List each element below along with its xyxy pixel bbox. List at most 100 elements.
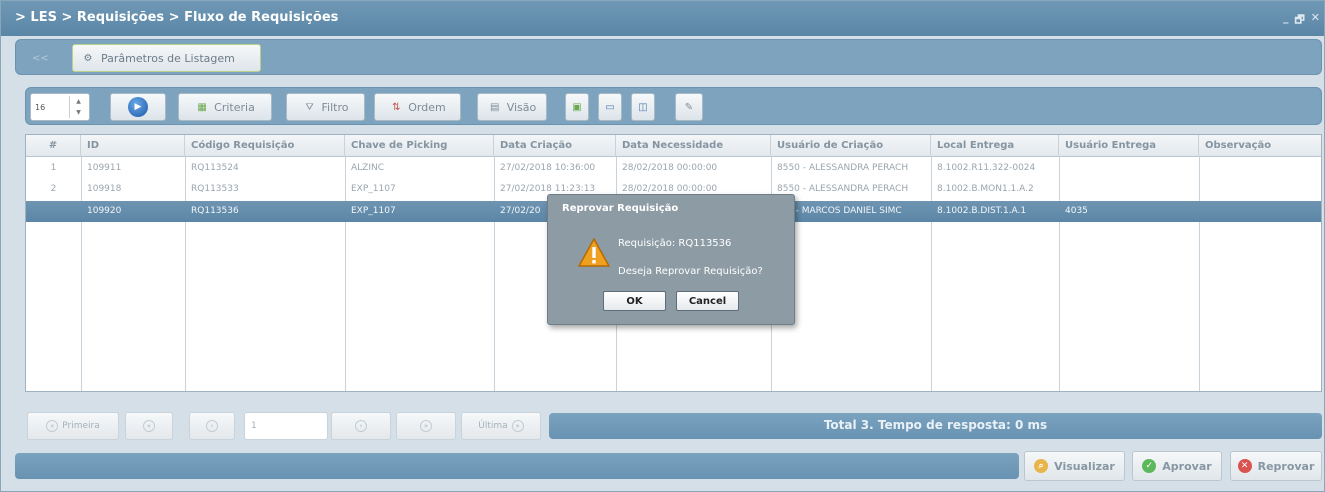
cell-local-entrega: 8.1002.R11.322-0024 bbox=[937, 163, 1036, 173]
toolbar: 16 ▲ ▼ ▶ ▦ Criteria ⛛ Filtro ⇅ Ordem ▤ V… bbox=[25, 87, 1322, 125]
cell-usuario-criacao: 5 - MARCOS DANIEL SIMC bbox=[787, 206, 902, 216]
cell-observacao bbox=[1199, 201, 1321, 222]
approve-button[interactable]: ✓ Aprovar bbox=[1132, 451, 1222, 481]
column-header-chave[interactable]: Chave de Picking bbox=[345, 135, 494, 157]
order-button[interactable]: ⇅ Ordem bbox=[374, 93, 461, 121]
page-size-value: 16 bbox=[35, 102, 46, 112]
double-chevron-right-icon: » bbox=[420, 420, 432, 432]
warning-icon bbox=[578, 238, 610, 267]
criteria-button[interactable]: ▦ Criteria bbox=[178, 93, 272, 121]
reject-button[interactable]: ✕ Reprovar bbox=[1230, 451, 1322, 481]
column-header-usuario-criacao[interactable]: Usuário de Criação bbox=[771, 135, 931, 157]
cell-codigo: RQ113536 bbox=[191, 206, 239, 216]
cell-chave: EXP_1107 bbox=[351, 184, 396, 194]
bottom-bar bbox=[15, 453, 1019, 479]
cell-observacao bbox=[1199, 179, 1321, 200]
view-button[interactable]: ▤ Visão bbox=[477, 93, 547, 121]
status-bar: Total 3. Tempo de resposta: 0 ms bbox=[549, 413, 1322, 439]
page-number-stepper[interactable]: 1 bbox=[244, 412, 328, 440]
window-title: > LES > Requisições > Fluxo de Requisiçõ… bbox=[15, 10, 339, 25]
first-page-icon: « bbox=[46, 420, 59, 432]
fit-button[interactable]: ◫ bbox=[631, 93, 655, 121]
cell-chave: EXP_1107 bbox=[351, 206, 396, 216]
parameters-button[interactable]: ⚙ Parâmetros de Listagem bbox=[72, 44, 261, 72]
export-button[interactable]: ▣ bbox=[565, 93, 589, 121]
view-icon: ▤ bbox=[489, 101, 500, 113]
last-page-icon: » bbox=[511, 420, 524, 432]
cell-local-entrega: 8.1002.B.DIST.1.A.1 bbox=[937, 206, 1027, 216]
collapse-button[interactable]: << bbox=[24, 44, 54, 72]
filter-label: Filtro bbox=[321, 100, 349, 114]
parameters-label: Parâmetros de Listagem bbox=[101, 51, 235, 65]
cell-local-entrega: 8.1002.B.MON1.1.A.2 bbox=[937, 184, 1034, 194]
cell-observacao bbox=[1199, 158, 1321, 179]
play-icon: ▶ bbox=[128, 97, 148, 117]
filter-button[interactable]: ⛛ Filtro bbox=[286, 93, 365, 121]
restore-icon[interactable]: 🗗 bbox=[1294, 11, 1304, 30]
criteria-label: Criteria bbox=[214, 100, 255, 114]
previous-page-button[interactable]: ‹ bbox=[189, 412, 235, 440]
column-header-id[interactable]: ID bbox=[81, 135, 185, 157]
execute-button[interactable]: ▶ bbox=[110, 93, 166, 121]
status-text: Total 3. Tempo de resposta: 0 ms bbox=[823, 418, 1048, 432]
collapse-label: << bbox=[32, 52, 49, 64]
column-header-codigo[interactable]: Código Requisição bbox=[185, 135, 345, 157]
chevron-up-icon[interactable]: ▲ bbox=[76, 98, 81, 105]
cell-id: 109911 bbox=[87, 163, 122, 173]
title-bar: > LES > Requisições > Fluxo de Requisiçõ… bbox=[1, 1, 1324, 36]
cell-chave: ALZINC bbox=[351, 163, 385, 173]
ok-button[interactable]: OK bbox=[603, 291, 666, 311]
save-button[interactable]: ▭ bbox=[598, 93, 622, 121]
cancel-button[interactable]: Cancel bbox=[676, 291, 739, 311]
column-header-local-entrega[interactable]: Local Entrega bbox=[931, 135, 1059, 157]
last-page-button[interactable]: Última » bbox=[461, 412, 541, 440]
criteria-icon: ▦ bbox=[197, 101, 207, 113]
cell-usuario-entrega bbox=[1059, 158, 1199, 179]
cell-codigo: RQ113533 bbox=[191, 184, 239, 194]
row-number: 1 bbox=[50, 163, 57, 173]
previous-block-button[interactable]: « bbox=[125, 412, 173, 440]
chevron-down-icon[interactable]: ▼ bbox=[76, 109, 81, 116]
cell-usuario-entrega: 4035 bbox=[1065, 206, 1088, 216]
edit-button[interactable]: ✎ bbox=[675, 93, 703, 121]
cell-id: 109920 bbox=[87, 206, 122, 216]
funnel-icon: ⛛ bbox=[305, 101, 314, 113]
cell-data-necessidade: 28/02/2018 00:00:00 bbox=[622, 163, 718, 173]
cell-codigo: RQ113524 bbox=[191, 163, 239, 173]
cell-data-criacao: 27/02/2018 10:36:00 bbox=[500, 163, 596, 173]
fit-icon: ◫ bbox=[638, 101, 648, 113]
gear-icon: ⚙ bbox=[83, 52, 93, 64]
page-number-value: 1 bbox=[251, 421, 257, 431]
column-header-data-necessidade[interactable]: Data Necessidade bbox=[616, 135, 771, 157]
pencil-icon: ✎ bbox=[684, 101, 694, 113]
chevron-left-icon: ‹ bbox=[206, 420, 218, 432]
page-size-stepper[interactable]: 16 ▲ ▼ bbox=[30, 93, 90, 121]
reject-confirm-dialog: Reprovar Requisição Requisição: RQ113536… bbox=[547, 194, 795, 325]
cell-usuario-criacao: 8550 - ALESSANDRA PERACH bbox=[777, 163, 909, 173]
approve-label: Aprovar bbox=[1162, 459, 1212, 473]
cell-usuario-entrega bbox=[1059, 179, 1199, 200]
first-page-label: Primeira bbox=[62, 421, 100, 431]
check-icon: ✓ bbox=[1142, 459, 1157, 473]
next-block-button[interactable]: » bbox=[396, 412, 456, 440]
column-header-data-criacao[interactable]: Data Criação bbox=[494, 135, 616, 157]
magnifier-icon: ⌕ bbox=[1034, 459, 1049, 473]
cell-usuario-criacao: 8550 - ALESSANDRA PERACH bbox=[777, 184, 909, 194]
double-chevron-left-icon: « bbox=[143, 420, 155, 432]
first-page-button[interactable]: « Primeira bbox=[27, 412, 119, 440]
main-window: > LES > Requisições > Fluxo de Requisiçõ… bbox=[0, 0, 1325, 492]
dialog-question: Deseja Reprovar Requisição? bbox=[618, 266, 763, 277]
stepper-arrows[interactable]: ▲ ▼ bbox=[69, 96, 87, 118]
view-details-button[interactable]: ⌕ Visualizar bbox=[1024, 451, 1125, 481]
table-row[interactable]: 1 109911 RQ113524 ALZINC 27/02/2018 10:3… bbox=[26, 158, 1321, 179]
minimize-icon[interactable]: _ bbox=[1283, 11, 1289, 30]
column-header-observacao[interactable]: Observação bbox=[1199, 135, 1321, 157]
column-header-usuario-entrega[interactable]: Usuário Entrega bbox=[1059, 135, 1199, 157]
view-details-label: Visualizar bbox=[1054, 459, 1115, 473]
close-icon[interactable]: ✕ bbox=[1311, 11, 1320, 30]
column-header-number[interactable]: # bbox=[26, 135, 81, 157]
chevron-right-icon: › bbox=[355, 420, 367, 432]
next-page-button[interactable]: › bbox=[331, 412, 391, 440]
reject-label: Reprovar bbox=[1257, 459, 1315, 473]
export-icon: ▣ bbox=[572, 101, 582, 113]
